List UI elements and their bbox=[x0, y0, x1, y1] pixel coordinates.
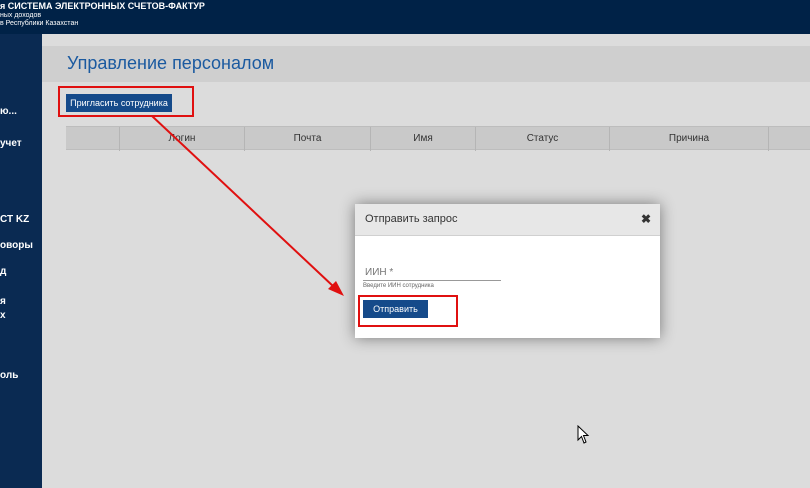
red-arrow-annotation bbox=[151, 115, 344, 296]
mouse-cursor-icon bbox=[577, 425, 590, 444]
